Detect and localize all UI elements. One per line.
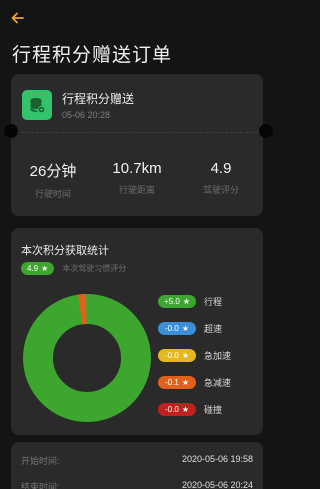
legend-label: 行程 — [204, 297, 223, 307]
time-card: 开始时间: 2020-05-06 19:58 结束时间: 2020-05-06 … — [11, 442, 263, 489]
trip-stats: 26分钟 行驶时间 10.7km 行驶距离 4.9 驾驶评分 — [11, 160, 263, 200]
arrow-left-icon — [11, 12, 24, 24]
legend-item-speeding: -0.0 ★ 超速 — [158, 321, 231, 336]
star-icon: ★ — [41, 264, 49, 273]
points-card: 本次积分获取统计 4.9 ★ 本次驾驶习惯评分 +5.0 ★ 行程 -0.0 ★ 超… — [11, 228, 263, 435]
back-button[interactable] — [8, 8, 28, 28]
points-legend: +5.0 ★ 行程 -0.0 ★ 超速 -0.0 ★ 急加速 -0.1 ★ 急减速 -0… — [158, 294, 231, 429]
legend-label: 碰撞 — [204, 405, 223, 415]
star-icon: ★ — [181, 351, 189, 360]
score-row: 4.9 ★ 本次驾驶习惯评分 — [21, 262, 126, 275]
legend-label: 急加速 — [204, 351, 232, 361]
legend-pill: -0.0 ★ — [158, 349, 196, 362]
order-header: 行程积分赠送 05-06 20:28 — [22, 88, 252, 122]
ticket-notch-left — [4, 124, 18, 138]
legend-label: 超速 — [204, 324, 223, 334]
coins-stack-icon — [22, 90, 52, 120]
stat-duration: 26分钟 行驶时间 — [11, 160, 95, 200]
legend-pill: -0.1 ★ — [158, 376, 196, 389]
stat-value: 26分钟 — [29, 163, 77, 180]
legend-pill: -0.0 ★ — [158, 322, 196, 335]
stat-label: 行驶时间 — [34, 189, 71, 199]
star-icon: ★ — [181, 324, 189, 333]
legend-item-hard-acceleration: -0.0 ★ 急加速 — [158, 348, 231, 363]
stat-value: 10.7km — [112, 160, 162, 177]
stat-label: 行驶距离 — [118, 185, 155, 195]
order-card: 行程积分赠送 05-06 20:28 26分钟 行驶时间 10.7km 行驶距离… — [11, 74, 263, 216]
divider — [11, 132, 263, 133]
points-donut-chart — [23, 294, 151, 422]
order-title: 行程积分赠送 — [62, 92, 135, 106]
stat-label: 驾驶评分 — [202, 185, 239, 195]
stat-distance: 10.7km 行驶距离 — [95, 160, 179, 200]
end-time-label: 结束时间: — [21, 482, 60, 489]
end-time-row: 结束时间: 2020-05-06 20:24 — [21, 480, 253, 489]
start-time-row: 开始时间: 2020-05-06 19:58 — [21, 454, 253, 467]
legend-pill: -0.0 ★ — [158, 403, 196, 416]
star-icon: ★ — [182, 297, 190, 306]
legend-item-trip: +5.0 ★ 行程 — [158, 294, 231, 309]
legend-item-collision: -0.0 ★ 碰撞 — [158, 402, 231, 417]
legend-item-hard-braking: -0.1 ★ 急减速 — [158, 375, 231, 390]
ticket-notch-right — [259, 124, 273, 138]
star-icon: ★ — [181, 405, 189, 414]
start-time-value: 2020-05-06 19:58 — [181, 454, 253, 464]
stat-score: 4.9 驾驶评分 — [179, 160, 263, 200]
donut-segment-main — [23, 294, 151, 422]
stat-value: 4.9 — [210, 160, 232, 177]
order-time: 05-06 20:28 — [62, 110, 111, 120]
score-subtitle: 本次驾驶习惯评分 — [62, 264, 127, 273]
points-title: 本次积分获取统计 — [21, 245, 109, 257]
legend-pill: +5.0 ★ — [158, 295, 196, 308]
score-badge: 4.9 ★ — [21, 262, 55, 275]
score-value: 4.9 — [27, 264, 39, 273]
page-title: 行程积分赠送订单 — [12, 45, 173, 66]
star-icon: ★ — [181, 378, 189, 387]
legend-label: 急减速 — [204, 378, 232, 388]
end-time-value: 2020-05-06 20:24 — [181, 480, 253, 489]
start-time-label: 开始时间: — [21, 456, 60, 466]
